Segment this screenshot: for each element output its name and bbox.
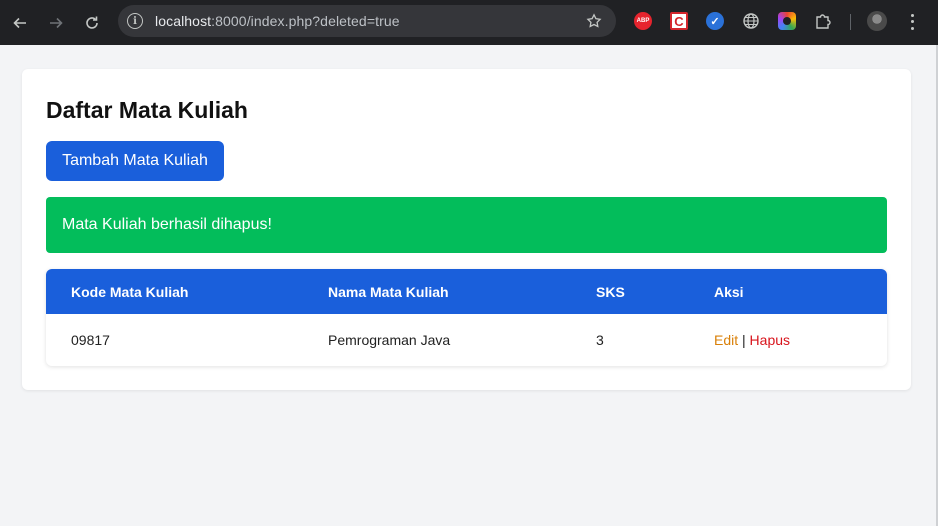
v-label: ✓ <box>710 15 720 28</box>
v-extension-icon[interactable]: ✓ <box>706 12 724 30</box>
alert-message: Mata Kuliah berhasil dihapus! <box>62 216 272 233</box>
reload-button[interactable] <box>74 5 110 41</box>
address-bar[interactable]: i localhost:8000/index.php?deleted=true <box>118 5 616 37</box>
bookmark-star-icon[interactable] <box>586 13 602 29</box>
site-info-icon[interactable]: i <box>127 13 143 29</box>
edit-link[interactable]: Edit <box>714 332 738 348</box>
forward-button[interactable] <box>38 5 74 41</box>
delete-link[interactable]: Hapus <box>750 332 790 348</box>
course-table: Kode Mata Kuliah Nama Mata Kuliah SKS Ak… <box>46 269 887 366</box>
toolbar-divider <box>850 14 851 30</box>
table-header-row: Kode Mata Kuliah Nama Mata Kuliah SKS Ak… <box>46 269 887 314</box>
url-text[interactable]: localhost:8000/index.php?deleted=true <box>155 13 400 29</box>
url-path: :8000/index.php?deleted=true <box>211 13 400 29</box>
reload-icon <box>86 16 98 29</box>
browser-menu-icon[interactable] <box>906 12 918 32</box>
globe-icon[interactable] <box>742 12 760 30</box>
cell-nama: Pemrograman Java <box>328 332 451 348</box>
abp-label: ABP <box>636 18 650 24</box>
cell-aksi: Edit | Hapus <box>689 314 887 366</box>
table-row: 09817 Pemrograman Java 3 Edit | Hapus <box>46 314 887 366</box>
arrow-right-icon <box>50 17 63 28</box>
header-aksi: Aksi <box>714 283 744 300</box>
c-extension-icon[interactable]: C <box>670 12 688 30</box>
c-label: C <box>674 13 684 29</box>
cell-sks: 3 <box>596 332 604 348</box>
success-alert: Mata Kuliah berhasil dihapus! <box>46 197 887 253</box>
color-ring-icon[interactable] <box>778 12 796 30</box>
action-separator: | <box>742 332 746 348</box>
add-course-button[interactable]: Tambah Mata Kuliah <box>46 141 224 181</box>
browser-toolbar: i localhost:8000/index.php?deleted=true … <box>0 0 938 45</box>
page-title: Daftar Mata Kuliah <box>46 97 248 123</box>
back-button[interactable] <box>2 5 38 41</box>
header-nama: Nama Mata Kuliah <box>328 283 449 300</box>
arrow-left-icon <box>13 17 26 28</box>
cell-kode: 09817 <box>71 332 110 348</box>
puzzle-icon[interactable] <box>814 12 832 30</box>
url-host: localhost <box>155 13 212 29</box>
header-kode: Kode Mata Kuliah <box>71 283 189 300</box>
header-sks: SKS <box>596 283 625 300</box>
main-card: Daftar Mata Kuliah Tambah Mata Kuliah Ma… <box>22 69 911 390</box>
abp-icon[interactable]: ABP <box>634 12 652 30</box>
profile-avatar[interactable] <box>867 11 887 31</box>
